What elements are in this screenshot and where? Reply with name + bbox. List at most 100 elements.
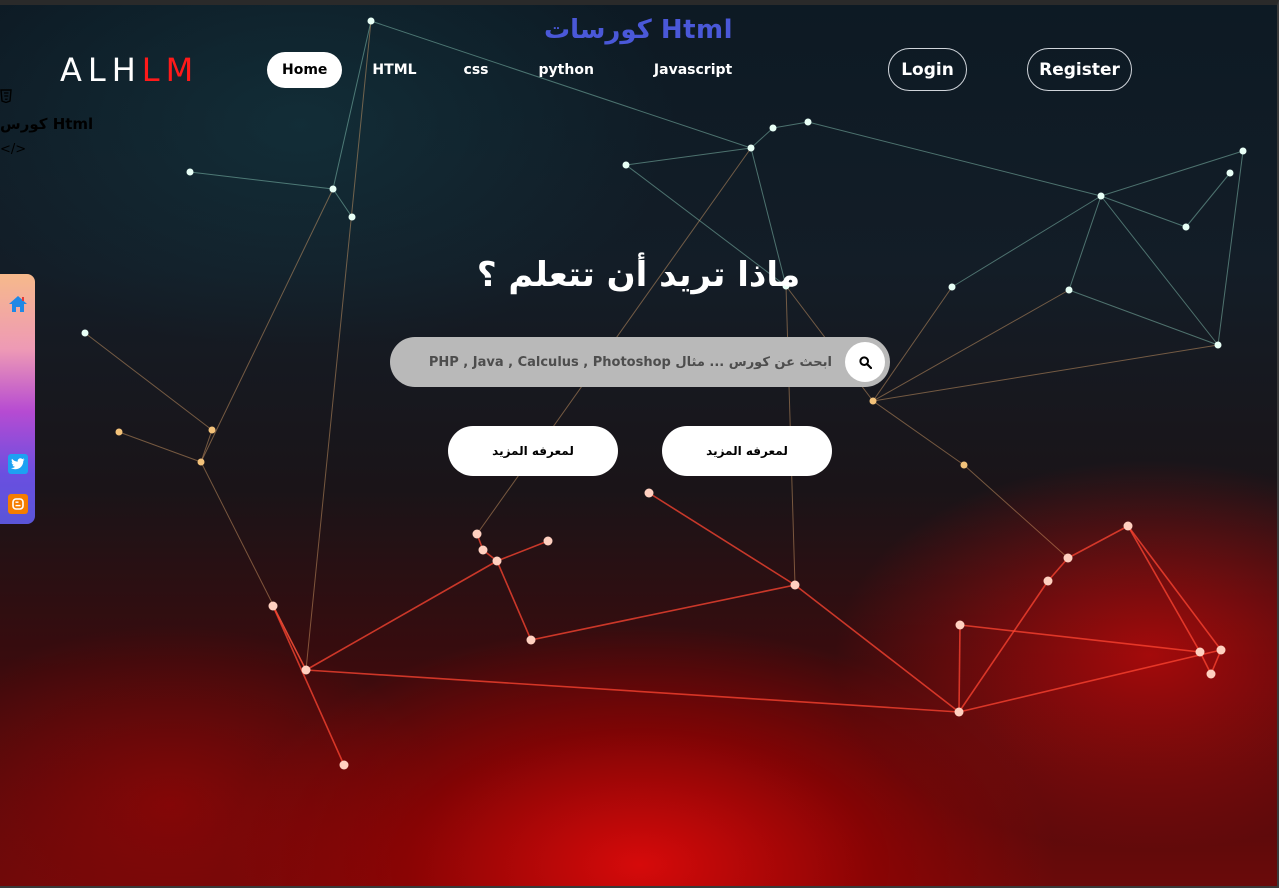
home-icon[interactable]: [8, 294, 28, 314]
network-node: [955, 620, 965, 630]
network-line: [1100, 150, 1244, 197]
twitter-icon[interactable]: [8, 454, 28, 474]
nav-css[interactable]: css: [464, 52, 489, 88]
network-line: [496, 560, 532, 641]
page: كورسات Html ALHLM Home HTML css python J…: [0, 0, 1279, 888]
network-line: [305, 560, 498, 671]
network-node: [208, 426, 216, 434]
network-line: [958, 580, 1049, 713]
network-line: [84, 332, 213, 431]
network-line: [872, 344, 1219, 402]
network-line: [625, 147, 752, 166]
network-node: [81, 329, 89, 337]
network-node: [1182, 223, 1190, 231]
social-sidebar: [0, 274, 35, 524]
code-icon: </>: [0, 142, 27, 157]
network-line: [750, 127, 774, 149]
network-line: [200, 188, 334, 463]
network-node: [790, 580, 800, 590]
html5-icon: [0, 85, 93, 111]
register-button[interactable]: Register: [1027, 48, 1132, 91]
course-search: [390, 337, 890, 387]
network-node: [348, 213, 356, 221]
network-node: [543, 536, 553, 546]
network-line: [648, 492, 796, 586]
network-node: [1239, 147, 1247, 155]
network-line: [118, 431, 202, 463]
page-title: كورسات Html: [543, 15, 734, 45]
network-line: [1217, 150, 1244, 346]
network-nodes: [81, 17, 1247, 770]
search-button[interactable]: [845, 342, 885, 382]
network-node: [478, 545, 488, 555]
nav-javascript[interactable]: Javascript: [654, 52, 732, 88]
network-node: [769, 124, 777, 132]
login-button[interactable]: Login: [888, 48, 967, 91]
network-line: [872, 289, 1070, 402]
network-line: [189, 171, 334, 190]
network-node: [954, 707, 964, 717]
network-node: [1214, 341, 1222, 349]
network-node: [115, 428, 123, 436]
network-node: [1063, 553, 1073, 563]
network-node: [804, 118, 812, 126]
network-line: [958, 624, 961, 713]
network-line: [332, 20, 372, 190]
network-node: [1226, 169, 1234, 177]
network-node: [268, 601, 278, 611]
network-node: [1097, 192, 1105, 200]
network-line: [1127, 525, 1222, 651]
learn-more-button-1[interactable]: لمعرفه المزيد: [448, 426, 618, 476]
network-node: [492, 556, 502, 566]
network-line: [200, 429, 213, 463]
logo[interactable]: ALHLM: [60, 51, 199, 89]
network-line: [305, 20, 372, 671]
network-line: [872, 286, 953, 402]
network-node: [622, 161, 630, 169]
nav-html[interactable]: HTML: [372, 52, 416, 88]
logo-red-part: LM: [141, 51, 200, 89]
network-node: [1206, 669, 1216, 679]
search-icon: [858, 355, 872, 369]
network-node: [472, 529, 482, 539]
network-line: [305, 669, 960, 713]
network-line: [272, 605, 345, 766]
network-lines: [84, 20, 1244, 766]
network-line: [794, 584, 960, 713]
course-title-stub[interactable]: كورس Html: [0, 111, 93, 137]
network-line: [1127, 525, 1201, 653]
network-node: [186, 168, 194, 176]
network-line: [1067, 525, 1129, 559]
network-line: [530, 584, 796, 641]
network-decoration: [81, 17, 1247, 770]
blogger-icon[interactable]: [8, 494, 28, 514]
network-node: [1043, 576, 1053, 586]
network-node: [869, 397, 877, 405]
network-line: [807, 121, 1102, 197]
network-line: [963, 464, 1069, 559]
learn-more-button-2[interactable]: لمعرفه المزيد: [662, 426, 832, 476]
network-line: [1068, 289, 1219, 346]
network-line: [1185, 172, 1231, 228]
search-input[interactable]: [390, 337, 840, 387]
network-line: [958, 649, 1222, 713]
network-line: [1047, 557, 1069, 582]
overflow-course-stub: كورس Html </>: [0, 85, 93, 163]
network-node: [1195, 647, 1205, 657]
main-nav: Home HTML css python Javascript: [267, 52, 788, 88]
network-line: [772, 121, 809, 129]
network-node: [301, 665, 311, 675]
network-node: [1216, 645, 1226, 655]
network-node: [197, 458, 205, 466]
hero-heading: ماذا تريد أن تتعلم ؟: [476, 255, 801, 295]
nav-python[interactable]: python: [539, 52, 594, 88]
network-node: [960, 461, 968, 469]
network-line: [872, 400, 965, 466]
logo-white-part: ALH: [60, 51, 142, 89]
network-node: [526, 635, 536, 645]
nav-home[interactable]: Home: [267, 52, 343, 88]
network-line: [496, 540, 549, 562]
network-node: [329, 185, 337, 193]
network-node: [339, 760, 349, 770]
network-line: [332, 188, 353, 218]
